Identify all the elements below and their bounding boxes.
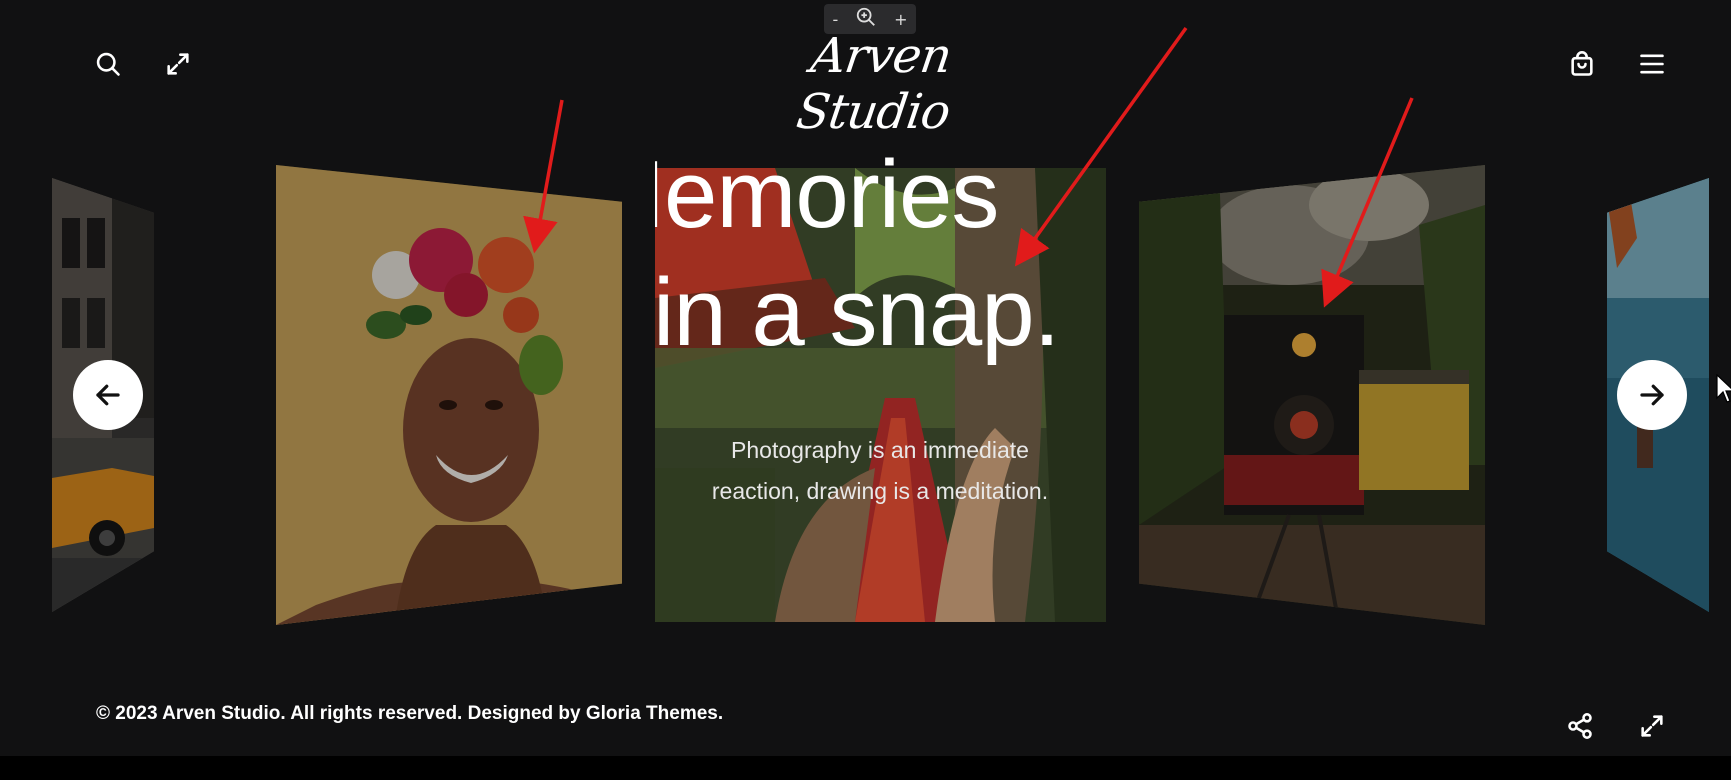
expand-button[interactable] [158,44,198,84]
fullscreen-icon [1641,715,1663,737]
mouse-cursor [1716,374,1731,403]
search-button[interactable] [88,44,128,84]
next-slide-button[interactable] [1617,360,1687,430]
arrow-right-icon [1640,384,1664,406]
expand-icon [167,53,189,75]
arrow-left-icon [96,384,120,406]
slide-headline: Memories in a snap. [655,150,1106,380]
search-icon [96,52,120,76]
gallery-stage: - + Arven Studio emories in a snap. Phot… [0,0,1731,756]
hamburger-icon [1640,54,1664,74]
cart-icon [1571,51,1593,76]
headline-line-1: Memories [655,150,999,248]
fullscreen-button[interactable] [1632,706,1672,746]
headline-line-2: in a snap. [655,259,1060,366]
slide-steam-train[interactable] [1139,165,1485,625]
bottom-bar [0,756,1731,780]
footer-copyright: © 2023 Arven Studio. All rights reserved… [96,703,724,724]
zoom-in-button[interactable]: + [894,10,907,29]
slide-caption: Photography is an immediate reaction, dr… [711,437,1049,504]
zoom-out-button[interactable]: - [832,10,838,29]
site-logo[interactable]: Arven Studio [735,28,1025,140]
share-button[interactable] [1560,706,1600,746]
share-icon [1568,713,1592,739]
slide-flower-crown-portrait[interactable] [276,165,622,625]
previous-slide-button[interactable] [73,360,143,430]
cart-button[interactable] [1562,44,1602,84]
menu-button[interactable] [1632,44,1672,84]
